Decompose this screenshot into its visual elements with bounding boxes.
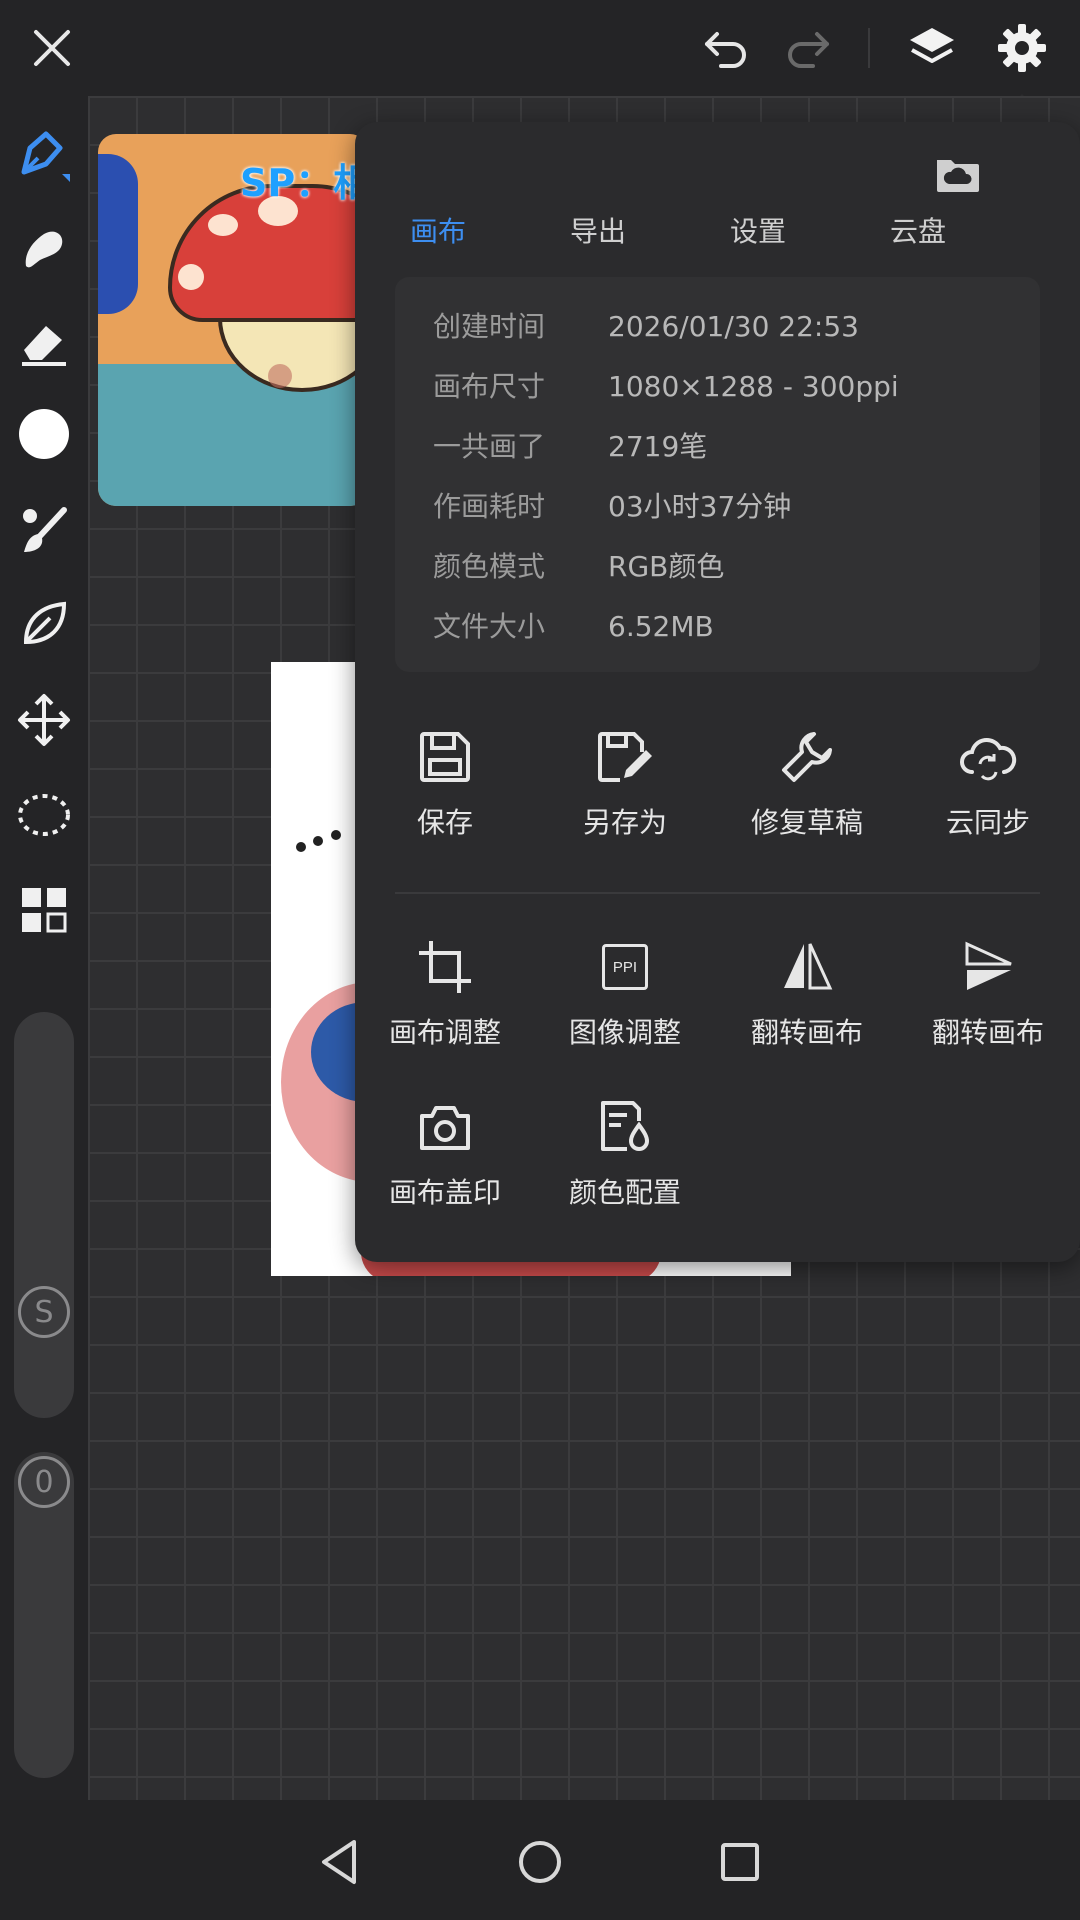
save-button[interactable]: 保存 [355, 727, 535, 887]
save-label: 保存 [416, 806, 473, 839]
nav-back-icon[interactable] [310, 1832, 370, 1892]
brush-size-knob[interactable]: S [14, 1282, 74, 1342]
size-label: S [18, 1286, 70, 1338]
tab-export[interactable]: 导出 [518, 210, 678, 250]
info-row-time: 作画耗时 03小时37分钟 [433, 487, 791, 527]
info-row-file-size: 文件大小 6.52MB [433, 607, 714, 647]
info-row-color-mode: 颜色模式 RGB颜色 [433, 547, 724, 587]
info-label: 画布尺寸 [433, 370, 546, 403]
ppi-icon: PPI [595, 937, 655, 997]
save-as-icon [595, 727, 655, 787]
canvas-info-box: 创建时间 2026/01/30 22:53 画布尺寸 1080×1288 - 300… [395, 277, 1040, 672]
flip-vertical-label: 翻转画布 [931, 1016, 1044, 1049]
repair-draft-label: 修复草稿 [750, 806, 863, 839]
system-nav-bar [0, 1800, 1080, 1920]
cloud-sync-icon [958, 727, 1018, 787]
settings-gear-icon[interactable] [992, 18, 1052, 78]
flip-canvas-vertical-button[interactable]: 翻转画布 [898, 937, 1078, 1097]
info-row-size: 画布尺寸 1080×1288 - 300ppi [433, 367, 899, 407]
cloud-folder-icon [933, 152, 983, 202]
color-picker-swatch[interactable] [14, 404, 74, 464]
tab-canvas[interactable]: 画布 [358, 210, 518, 250]
info-label: 颜色模式 [433, 550, 546, 583]
info-label: 作画耗时 [433, 490, 546, 523]
flip-vertical-icon [958, 937, 1018, 997]
nav-home-icon[interactable] [510, 1832, 570, 1892]
pen-tool-icon[interactable] [14, 126, 74, 186]
close-icon[interactable] [22, 18, 82, 78]
info-label: 创建时间 [433, 310, 546, 343]
cloud-sync-label: 云同步 [945, 806, 1030, 839]
toolbar-divider [868, 28, 870, 68]
canvas-adjust-label: 画布调整 [388, 1016, 501, 1049]
info-value: 2026/01/30 22:53 [608, 310, 859, 343]
ppi-badge: PPI [602, 944, 648, 990]
tab-settings[interactable]: 设置 [678, 210, 838, 250]
canvas-stamp-button[interactable]: 画布盖印 [355, 1097, 535, 1257]
top-bar [0, 0, 1080, 108]
color-config-button[interactable]: 颜色配置 [535, 1097, 715, 1257]
flip-horizontal-icon [777, 937, 837, 997]
move-tool-icon[interactable] [14, 690, 74, 750]
undo-icon[interactable] [696, 18, 756, 78]
tab-cloud[interactable]: 云盘 [838, 210, 998, 250]
save-as-button[interactable]: 另存为 [535, 727, 715, 887]
brush-size-slider[interactable]: S [14, 1012, 74, 1418]
image-adjust-label: 图像调整 [568, 1016, 681, 1049]
left-toolbar: S 0 [0, 96, 88, 1800]
info-value: RGB颜色 [608, 550, 725, 583]
opacity-knob[interactable]: 0 [14, 1452, 74, 1512]
info-value: 2719笔 [608, 430, 708, 463]
lasso-select-icon[interactable] [14, 786, 74, 846]
leaf-brush-icon[interactable] [14, 594, 74, 654]
info-value: 6.52MB [608, 610, 714, 643]
info-label: 一共画了 [433, 430, 546, 463]
repair-draft-button[interactable]: 修复草稿 [717, 727, 897, 887]
image-adjust-button[interactable]: PPI 图像调整 [535, 937, 715, 1097]
layers-icon[interactable] [902, 18, 962, 78]
save-as-label: 另存为 [582, 806, 667, 839]
camera-icon [415, 1097, 475, 1157]
gallery-grid-icon[interactable] [14, 880, 74, 940]
canvas-stamp-label: 画布盖印 [388, 1176, 501, 1209]
flip-canvas-horizontal-button[interactable]: 翻转画布 [717, 937, 897, 1097]
brush-tool-icon[interactable] [14, 500, 74, 560]
opacity-slider[interactable]: 0 [14, 1452, 74, 1778]
color-config-icon [595, 1097, 655, 1157]
smudge-tool-icon[interactable] [14, 220, 74, 280]
nav-recents-icon[interactable] [710, 1832, 770, 1892]
actions-divider [395, 892, 1040, 894]
cloud-sync-button[interactable]: 云同步 [898, 727, 1078, 887]
info-value: 03小时37分钟 [608, 490, 792, 523]
save-icon [415, 727, 475, 787]
canvas-menu-panel: 画布 导出 设置 云盘 创建时间 2026/01/30 22:53 画布尺寸 108… [355, 122, 1080, 1262]
crop-icon [415, 937, 475, 997]
flip-horizontal-label: 翻转画布 [750, 1016, 863, 1049]
redo-icon[interactable] [778, 18, 838, 78]
info-value: 1080×1288 - 300ppi [608, 370, 899, 403]
info-row-created: 创建时间 2026/01/30 22:53 [433, 307, 859, 347]
eraser-tool-icon[interactable] [14, 312, 74, 372]
info-row-strokes: 一共画了 2719笔 [433, 427, 707, 467]
opacity-label: 0 [18, 1456, 70, 1508]
canvas-adjust-button[interactable]: 画布调整 [355, 937, 535, 1097]
wrench-icon [777, 727, 837, 787]
info-label: 文件大小 [433, 610, 546, 643]
color-config-label: 颜色配置 [568, 1176, 681, 1209]
